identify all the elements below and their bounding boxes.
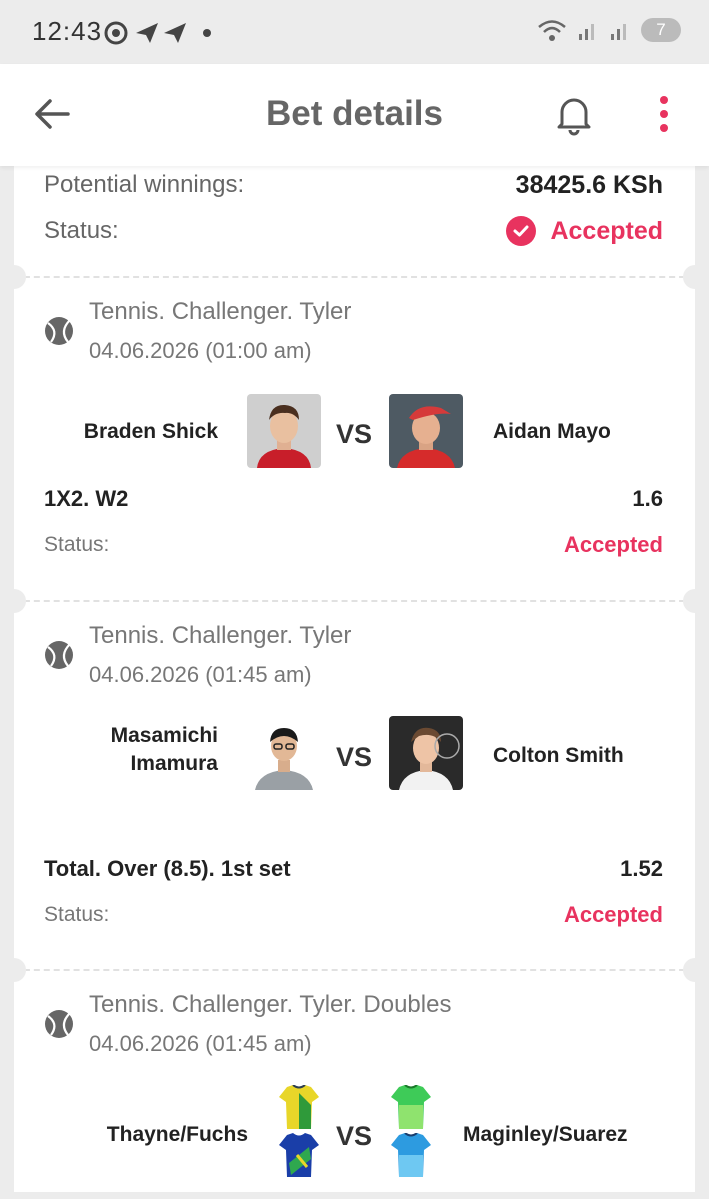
event-date: 04.06.2026 (01:45 am) [89,1031,312,1056]
away-team-name: Aidan Mayo [493,420,611,443]
event-league: Tennis. Challenger. Tyler [89,622,352,649]
bet-status-value: Accepted [550,216,663,245]
away-jersey-icon [391,1085,431,1129]
event-status-row: Status: Accepted [44,532,663,558]
home-name-line2: Imamura [130,752,218,775]
status-indicators: 7 [537,18,681,42]
home-name-line1: Masamichi [110,724,218,747]
event-status-label: Status: [44,533,110,556]
away-jersey-icon [391,1133,431,1177]
tennis-ball-icon [45,641,73,669]
home-jersey-icon [279,1085,319,1129]
potential-winnings-label: Potential winnings: [44,171,245,198]
battery-level: 7 [656,20,666,39]
potential-winnings-row: Potential winnings: 38425.6 KSh [44,168,663,202]
tennis-ball-icon [45,1010,73,1038]
event-card[interactable]: Tennis. Challenger. Tyler 04.06.2026 (01… [14,278,695,598]
bet-details-card: Potential winnings: 38425.6 KSh Status: … [2,166,707,1199]
vs-label: VS [336,1121,373,1151]
event-date: 04.06.2026 (01:45 am) [89,662,312,687]
home-team-name: Braden Shick [83,420,218,443]
event-status-row: Status: Accepted [44,902,663,928]
market-odds: 1.52 [620,856,663,881]
home-player-avatar [247,716,321,790]
event-status-value: Accepted [563,902,663,927]
app-bar: Bet details [0,64,709,166]
notification-icons [104,21,186,45]
event-card[interactable]: Tennis. Challenger. Tyler. Doubles 04.06… [14,971,695,1199]
away-player-avatar [389,716,463,790]
event-card[interactable]: Tennis. Challenger. Tyler 04.06.2026 (01… [14,602,695,968]
event-status-value: Accepted [563,532,663,557]
away-team-name: Colton Smith [493,744,624,767]
event-date: 04.06.2026 (01:00 am) [89,338,312,363]
potential-winnings-value: 38425.6 KSh [515,170,663,199]
status-time: 12:43 [32,16,103,46]
wifi-icon [538,20,566,41]
home-team-name: Masamichi Imamura [111,722,218,778]
event-league: Tennis. Challenger. Tyler. Doubles [89,991,452,1018]
battery-icon: 7 [641,18,681,42]
home-jersey-icon [279,1133,319,1177]
vs-label: VS [336,419,373,449]
signal-icon-2 [611,24,626,40]
away-player-avatar [389,394,463,468]
bell-icon[interactable] [550,90,598,138]
event-status-label: Status: [44,903,110,926]
more-vert-icon[interactable] [646,94,682,134]
bottom-edge [14,1192,695,1199]
bet-status-row: Status: Accepted [44,214,663,248]
bet-status-label: Status: [44,217,119,244]
signal-icon [579,24,594,40]
check-circle-icon [506,216,537,246]
system-status-bar: 12:43 7 [0,0,709,64]
dot-icon [203,29,211,37]
market-odds: 1.6 [632,486,663,511]
tennis-ball-icon [45,317,73,345]
page-title: Bet details [266,94,443,133]
vs-label: VS [336,742,373,772]
away-team-name: Maginley/Suarez [463,1123,628,1146]
event-league: Tennis. Challenger. Tyler [89,298,352,325]
market-name: Total. Over (8.5). 1st set [44,856,291,881]
home-team-name: Thayne/Fuchs [106,1123,248,1146]
home-player-avatar [247,394,321,468]
bet-status: Accepted [506,216,663,246]
market-row: Total. Over (8.5). 1st set 1.52 [44,856,663,882]
market-name: 1X2. W2 [44,486,129,511]
market-row: 1X2. W2 1.6 [44,486,663,512]
